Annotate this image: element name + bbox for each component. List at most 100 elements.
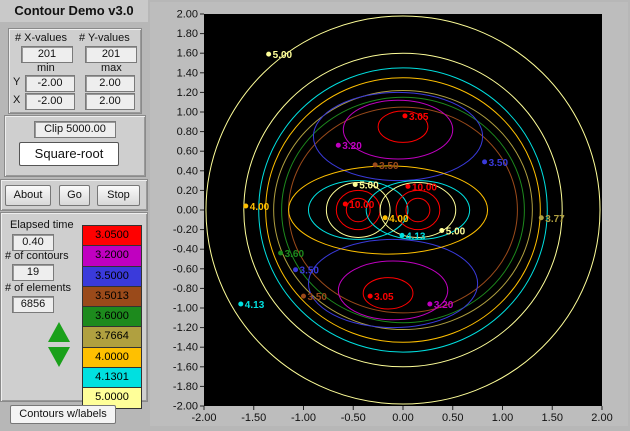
contour-label-marker: [266, 51, 272, 57]
go-button[interactable]: Go: [59, 185, 90, 206]
contour-label-marker: [382, 215, 388, 221]
contour-label-marker: [300, 293, 306, 299]
x-values-label: # X-values: [15, 32, 67, 44]
y-tick-label: -0.40: [173, 244, 198, 256]
app-title: Contour Demo v3.0: [0, 0, 148, 22]
contours-label: # of contours: [5, 250, 69, 262]
contours-value: 19: [12, 264, 54, 281]
y-tick-label: -0.60: [173, 263, 198, 275]
x-tick-label: 1.00: [492, 412, 513, 424]
x-axis-label: X: [13, 94, 21, 106]
min-label: min: [37, 62, 55, 74]
contour-label: 3.20: [434, 300, 454, 311]
legend-item: 3.6000: [83, 307, 141, 328]
contour-label: 3.05: [374, 292, 394, 303]
y-values-field[interactable]: 201: [85, 46, 137, 63]
contour-plot-svg: 2.00 1.80 1.60 1.40 1.20 1.00 0.80 0.60 0.40 0.20…: [150, 2, 628, 426]
contour-label: 3.50: [379, 161, 399, 172]
contour-label: 3.20: [342, 141, 362, 152]
legend-item: 4.0000: [83, 347, 141, 369]
contour-label-marker: [439, 228, 445, 233]
contour-label: 3.77: [545, 214, 565, 225]
y-tick-label: 1.20: [177, 87, 198, 99]
x-tick-label: -2.00: [191, 412, 216, 424]
x-values-field[interactable]: 201: [21, 46, 73, 63]
stop-button[interactable]: Stop: [97, 185, 140, 206]
y-values-label: # Y-values: [79, 32, 130, 44]
contour-label-marker: [372, 162, 378, 168]
contour-label: 4.13: [406, 231, 426, 242]
y-tick-label: 0.00: [177, 205, 198, 217]
contour-label-marker: [293, 267, 299, 273]
y-tick-label: 1.60: [177, 48, 198, 60]
contour-label-marker: [243, 203, 249, 209]
elapsed-value: 0.40: [12, 234, 54, 251]
y-tick-label: -1.40: [173, 342, 198, 354]
contour-label-marker: [482, 159, 488, 165]
transform-selector[interactable]: Square-root: [19, 142, 119, 166]
elapsed-label: Elapsed time: [10, 219, 74, 231]
y-tick-label: 2.00: [177, 9, 198, 21]
contour-label-marker: [335, 142, 341, 148]
y-min-field[interactable]: -2.00: [25, 75, 75, 92]
contour-label: 10.00: [349, 200, 374, 211]
legend-item: 4.1301: [83, 368, 141, 389]
x-tick-label: -0.50: [341, 412, 366, 424]
contour-label-marker: [367, 293, 373, 299]
y-axis-label: Y: [13, 76, 21, 88]
y-tick-label: -0.20: [173, 224, 198, 236]
y-tick-label: 0.40: [177, 165, 198, 177]
y-tick-label: 1.40: [177, 67, 198, 79]
contour-label: 3.50: [307, 292, 327, 303]
contour-label-marker: [427, 301, 433, 307]
x-tick-label: -1.00: [291, 412, 316, 424]
up-arrow-icon[interactable]: [48, 322, 70, 342]
contour-label-marker: [342, 201, 348, 207]
contour-label: 5.00: [359, 180, 379, 191]
contour-label: 4.00: [389, 214, 409, 225]
y-max-field[interactable]: 2.00: [85, 75, 135, 92]
y-tick-label: -0.80: [173, 283, 198, 295]
display-mode-selector[interactable]: Contours w/labels: [10, 405, 116, 424]
y-tick-label: 0.20: [177, 185, 198, 197]
contour-legend: 3.0500 3.2000 3.5000 3.5013 3.6000 3.7664 4.00…: [82, 225, 142, 409]
x-max-field[interactable]: 2.00: [85, 93, 135, 110]
contour-label: 5.00: [273, 50, 293, 61]
y-tick-label: -1.60: [173, 361, 198, 373]
contour-label-marker: [352, 181, 358, 187]
y-tick-label: -2.00: [173, 401, 198, 413]
contour-label: 3.50: [489, 158, 509, 169]
down-arrow-icon[interactable]: [48, 347, 70, 367]
legend-item: 3.7664: [83, 327, 141, 348]
contour-label-marker: [399, 232, 405, 238]
clip-field[interactable]: Clip 5000.00: [34, 121, 116, 138]
contour-label-marker: [278, 250, 284, 256]
y-tick-label: 1.80: [177, 28, 198, 40]
contour-label: 3.50: [300, 266, 320, 277]
contour-plot: 2.00 1.80 1.60 1.40 1.20 1.00 0.80 0.60 0.40 0.20…: [150, 2, 628, 426]
contour-label: 3.05: [409, 112, 429, 123]
x-tick-label: 1.50: [542, 412, 563, 424]
contour-label-marker: [402, 113, 408, 119]
about-button[interactable]: About: [5, 185, 51, 206]
contour-label: 5.00: [446, 227, 466, 238]
y-tick-label: -1.20: [173, 322, 198, 334]
contour-label: 4.13: [245, 300, 265, 311]
y-tick-label: 1.00: [177, 107, 198, 119]
elements-value: 6856: [12, 296, 54, 313]
grid-settings-panel: # X-values # Y-values 201 201 min max Y …: [8, 28, 142, 114]
y-tick-label: -1.80: [173, 381, 198, 393]
contour-label: 3.60: [285, 249, 305, 260]
contour-label-marker: [405, 183, 411, 189]
x-min-field[interactable]: -2.00: [25, 93, 75, 110]
legend-item: 3.5000: [83, 266, 141, 287]
x-tick-label: 2.00: [591, 412, 612, 424]
x-tick-label: -1.50: [241, 412, 266, 424]
x-tick-label: 0.50: [442, 412, 463, 424]
contour-label-marker: [538, 215, 544, 221]
contour-label: 10.00: [412, 182, 437, 193]
x-tick-label: 0.00: [392, 412, 413, 424]
legend-item: 3.2000: [83, 246, 141, 267]
max-label: max: [101, 62, 122, 74]
elements-label: # of elements: [5, 282, 72, 294]
